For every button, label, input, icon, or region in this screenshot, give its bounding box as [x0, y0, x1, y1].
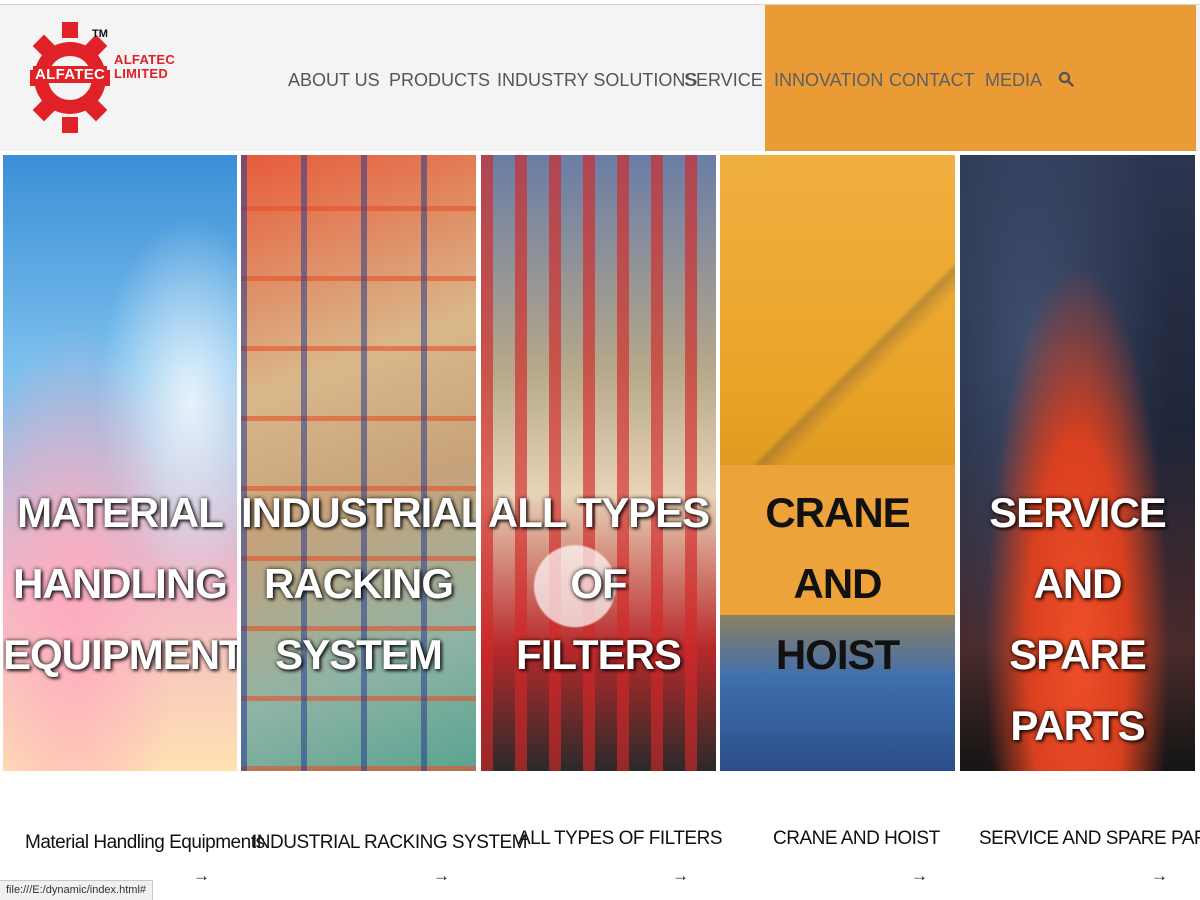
panel-material-handling-title: MATERIAL HANDLING EQUIPMENTS — [3, 477, 237, 690]
panel-title-line: HANDLING — [13, 560, 228, 607]
panel-title-line: FILTERS — [516, 631, 682, 678]
panel-crane-hoist[interactable]: CRANE AND HOIST — [720, 155, 955, 771]
company-name-line2: LIMITED — [114, 66, 169, 81]
trademark-symbol: TM — [92, 28, 108, 40]
caption-industrial-racking[interactable]: INDUSTRIAL RACKING SYSTEM — [252, 832, 528, 854]
panel-title-line: SPARE PARTS — [1009, 631, 1147, 749]
search-icon[interactable] — [1058, 71, 1074, 92]
panel-industrial-racking[interactable]: INDUSTRIAL RACKING SYSTEM — [241, 155, 476, 771]
panel-filters[interactable]: ALL TYPES OF FILTERS — [481, 155, 716, 771]
panel-title-line: SYSTEM — [275, 631, 443, 678]
magnifier-icon — [1058, 71, 1074, 87]
arrow-right-icon[interactable]: → — [433, 866, 450, 886]
nav-about-us[interactable]: ABOUT US — [288, 70, 380, 91]
caption-filters[interactable]: ALL TYPES OF FILTERS — [518, 828, 723, 850]
panel-industrial-racking-title: INDUSTRIAL RACKING SYSTEM — [241, 477, 476, 690]
panel-service-spare-parts[interactable]: SERVICE AND SPARE PARTS — [960, 155, 1195, 771]
panel-title-line: EQUIPMENTS — [3, 631, 237, 678]
panel-title-line: ALL TYPES OF — [487, 489, 710, 607]
panel-crane-hoist-title: CRANE AND HOIST — [720, 477, 955, 690]
caption-crane-hoist[interactable]: CRANE AND HOIST — [773, 828, 940, 850]
nav-contact[interactable]: CONTACT — [889, 70, 975, 91]
panel-service-spare-parts-title: SERVICE AND SPARE PARTS — [960, 477, 1195, 761]
nav-innovation[interactable]: INNOVATION — [774, 70, 883, 91]
company-name: ALFATEC LIMITED — [114, 53, 175, 81]
nav-service[interactable]: SERVICE — [684, 70, 763, 91]
panel-title-line: SERVICE AND — [989, 489, 1167, 607]
site-logo[interactable]: TM ALFATEC ALFATEC LIMITED — [30, 20, 180, 135]
arrow-right-icon[interactable]: → — [672, 866, 689, 886]
company-name-line1: ALFATEC — [114, 52, 176, 67]
arrow-right-icon[interactable]: → — [193, 866, 210, 886]
panel-title-line: MATERIAL — [17, 489, 224, 536]
panel-title-line: RACKING — [264, 560, 454, 607]
panel-title-line: INDUSTRIAL — [241, 489, 476, 536]
panel-title-line: HOIST — [775, 631, 900, 678]
caption-material-handling[interactable]: Material Handling Equipments — [25, 832, 265, 854]
panel-filters-title: ALL TYPES OF FILTERS — [481, 477, 716, 690]
nav-media[interactable]: MEDIA — [985, 70, 1042, 91]
logo-wordmark: ALFATEC — [33, 66, 108, 83]
panel-title-line: CRANE AND — [765, 489, 910, 607]
caption-service-spare-parts[interactable]: SERVICE AND SPARE PARTS — [979, 828, 1200, 850]
nav-industry-solutions[interactable]: INDUSTRY SOLUTIONS — [497, 70, 697, 91]
panel-material-handling[interactable]: MATERIAL HANDLING EQUIPMENTS — [3, 155, 237, 771]
browser-status-bar: file:///E:/dynamic/index.html# — [0, 880, 154, 900]
nav-products[interactable]: PRODUCTS — [389, 70, 490, 91]
arrow-right-icon[interactable]: → — [1151, 866, 1168, 886]
arrow-right-icon[interactable]: → — [911, 866, 928, 886]
